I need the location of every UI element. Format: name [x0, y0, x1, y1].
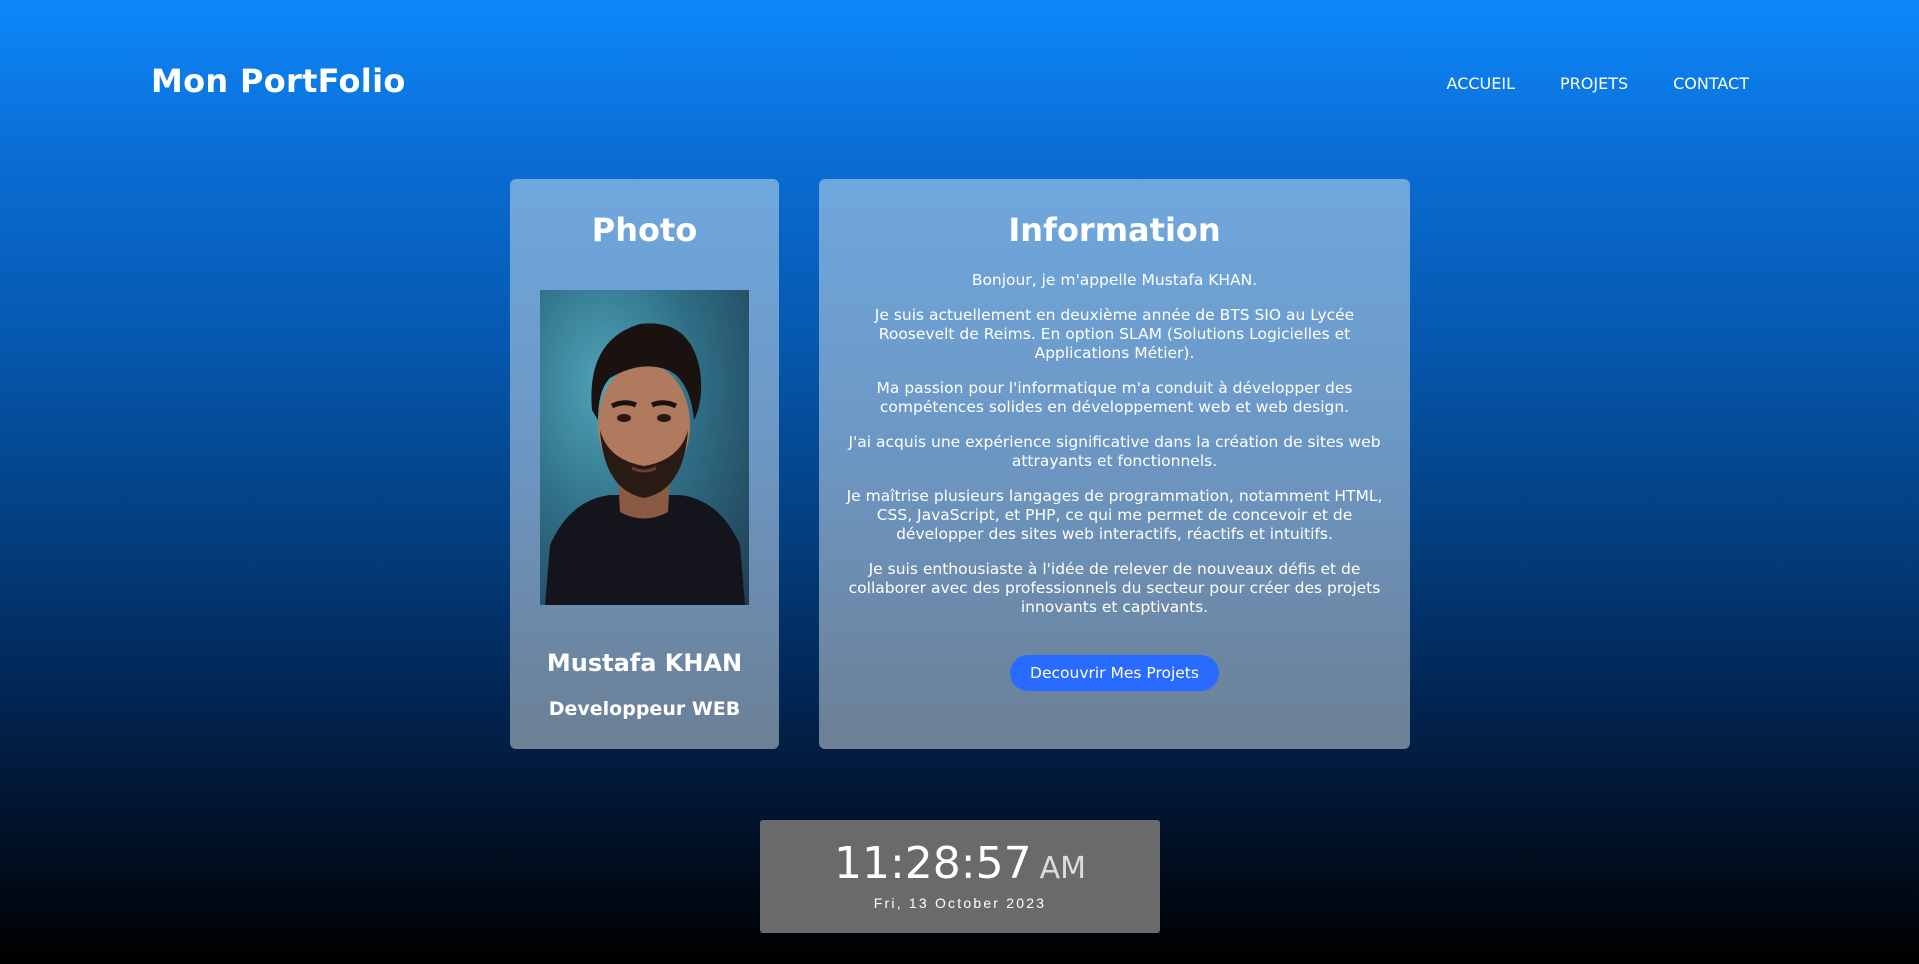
- digital-clock: 11:28:57 AM Fri, 13 October 2023: [760, 820, 1160, 933]
- information-card-title: Information: [1008, 211, 1221, 249]
- clock-date: Fri, 13 October 2023: [873, 895, 1047, 911]
- nav-contact[interactable]: CONTACT: [1673, 74, 1749, 93]
- info-paragraph: Je suis enthousiaste à l'idée de relever…: [848, 560, 1381, 616]
- discover-projects-button[interactable]: Decouvrir Mes Projets: [1010, 655, 1219, 691]
- site-logo[interactable]: Mon PortFolio: [151, 62, 406, 100]
- photo-card: Photo Mustafa KHAN Developpeur WEB: [510, 179, 779, 749]
- clock-time-row: 11:28:57 AM: [760, 820, 1160, 893]
- profile-photo: [540, 290, 749, 605]
- nav-projets[interactable]: PROJETS: [1560, 74, 1628, 93]
- info-paragraph: Je suis actuellement en deuxième année d…: [874, 306, 1355, 362]
- info-paragraph: J'ai acquis une expérience significative…: [848, 433, 1381, 470]
- info-paragraph: Bonjour, je m'appelle Mustafa KHAN.: [971, 271, 1258, 289]
- clock-time: 11:28:57: [833, 838, 1032, 889]
- photo-card-title: Photo: [591, 211, 698, 249]
- information-card: Information Bonjour, je m'appelle Mustaf…: [819, 179, 1410, 749]
- info-paragraph: Ma passion pour l'informatique m'a condu…: [876, 379, 1353, 416]
- profile-role: Developpeur WEB: [548, 698, 741, 720]
- clock-ampm: AM: [1039, 851, 1087, 886]
- profile-name: Mustafa KHAN: [546, 649, 743, 677]
- info-paragraph: Je maîtrise plusieurs langages de progra…: [846, 487, 1383, 543]
- main-nav: ACCUEIL PROJETS CONTACT: [1447, 74, 1749, 93]
- nav-accueil[interactable]: ACCUEIL: [1447, 74, 1515, 93]
- information-text: Bonjour, je m'appelle Mustafa KHAN. Je s…: [835, 271, 1395, 617]
